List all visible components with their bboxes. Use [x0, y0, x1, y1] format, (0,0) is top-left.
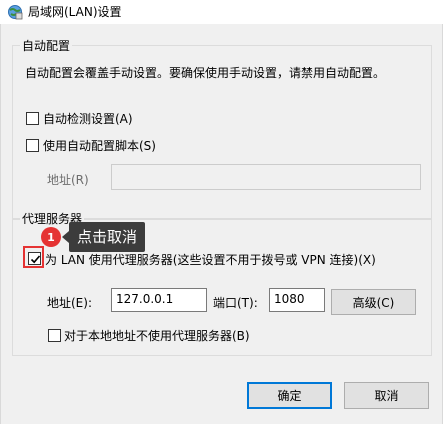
ok-button[interactable]: 确定: [247, 382, 332, 409]
auto-detect-checkbox[interactable]: [26, 112, 39, 125]
tooltip-arrow: [62, 231, 69, 243]
window-title: 局域网(LAN)设置: [28, 5, 122, 19]
use-proxy-label[interactable]: 为 LAN 使用代理服务器(这些设置不用于拨号或 VPN 连接)(X): [45, 251, 376, 268]
advanced-button[interactable]: 高级(C): [331, 289, 416, 315]
script-address-label: 地址(R): [47, 173, 89, 187]
network-settings-icon: [7, 4, 23, 20]
cancel-button[interactable]: 取消: [344, 382, 429, 409]
proxy-address-label: 地址(E):: [47, 296, 92, 310]
use-script-label[interactable]: 使用自动配置脚本(S): [43, 137, 156, 154]
title-bar: 局域网(LAN)设置: [0, 0, 443, 24]
auto-config-description: 自动配置会覆盖手动设置。要确保使用手动设置，请禁用自动配置。: [25, 66, 386, 80]
bypass-local-label[interactable]: 对于本地地址不使用代理服务器(B): [64, 327, 250, 344]
auto-detect-label[interactable]: 自动检测设置(A): [43, 110, 133, 127]
proxy-address-input[interactable]: 127.0.0.1: [111, 288, 207, 312]
proxy-port-label: 端口(T):: [213, 296, 258, 310]
bypass-local-checkbox[interactable]: [48, 329, 61, 342]
use-script-checkbox[interactable]: [26, 139, 39, 152]
dialog-body: 自动配置 自动配置会覆盖手动设置。要确保使用手动设置，请禁用自动配置。 自动检测…: [0, 24, 443, 424]
script-address-input[interactable]: [111, 164, 421, 190]
use-proxy-checkbox-highlight: [23, 246, 44, 268]
proxy-port-input[interactable]: 1080: [269, 288, 325, 312]
auto-config-group-label: 自动配置: [20, 37, 73, 54]
annotation-step-badge: 1: [41, 227, 61, 247]
annotation-tooltip: 点击取消: [69, 222, 146, 252]
